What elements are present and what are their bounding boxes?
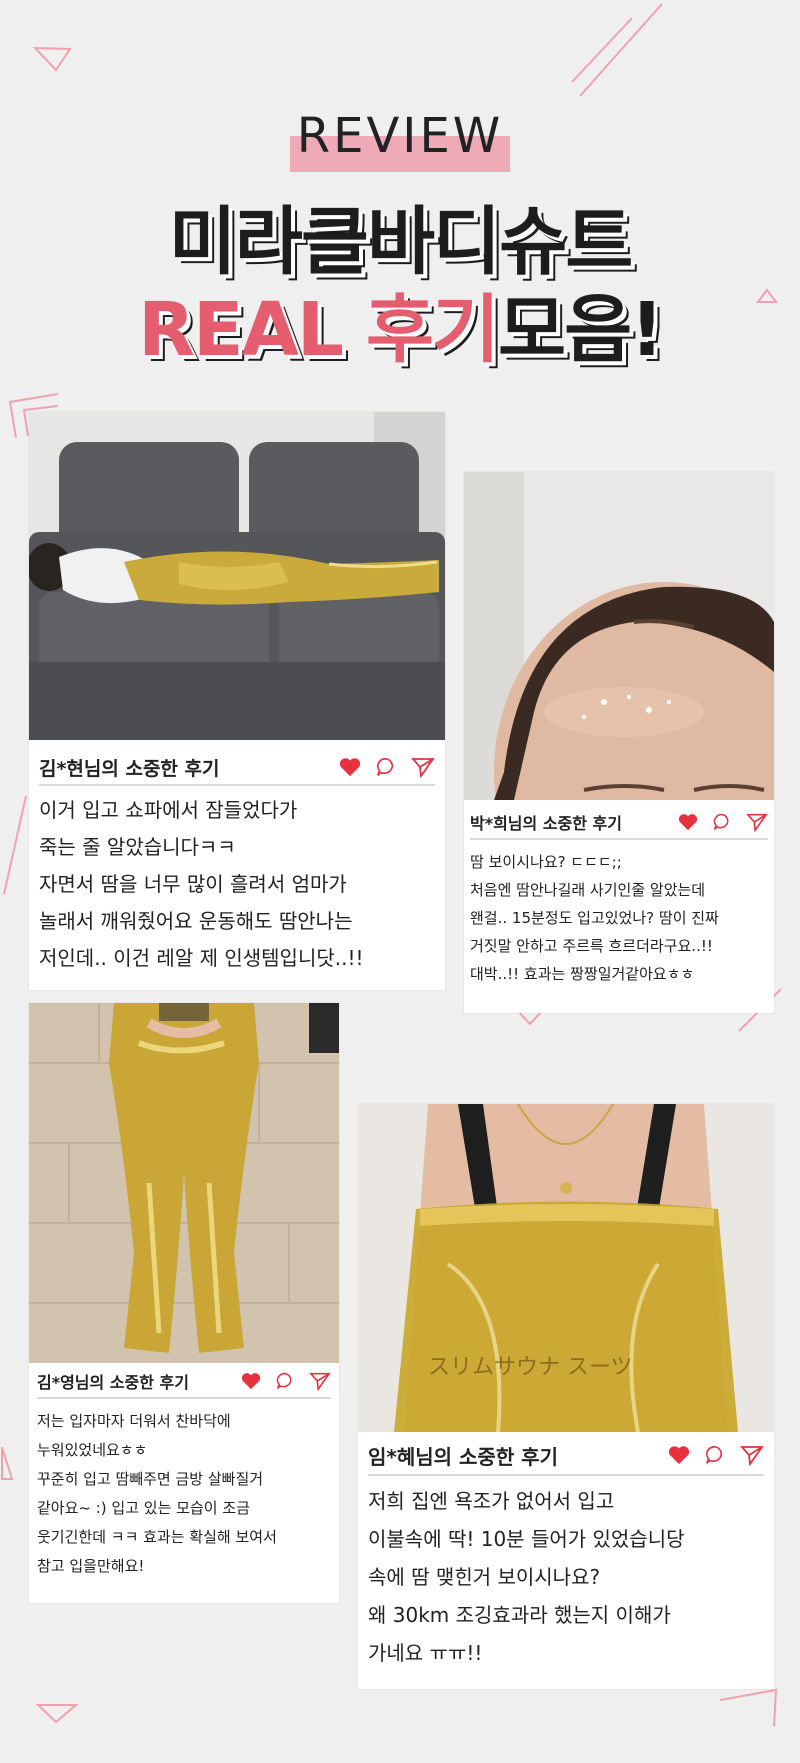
svg-text:スリムサウナ スーツ: スリムサウナ スーツ — [428, 1355, 633, 1380]
review-photo-sofa — [29, 412, 445, 740]
decor-triangle-bottomleft — [36, 1704, 78, 1724]
heart-icon[interactable] — [339, 757, 361, 777]
decor-triangle-edge-left — [1, 1446, 14, 1480]
review-card-1: 김*현님의 소중한 후기 이거 입고 쇼파에서 잠들었다가 죽는 줄 알았습니다… — [29, 412, 445, 990]
review-title: 김*영님의 소중한 후기 — [37, 1373, 189, 1392]
heart-icon[interactable] — [668, 1445, 690, 1465]
review-body: 저희 집엔 욕조가 없어서 입고 이불속에 딱! 10분 들어가 있었습니당 속… — [368, 1476, 764, 1672]
review-card-4: スリムサウナ スーツ 임*혜님의 소중한 후기 저희 집엔 욕조가 없어서 입고… — [358, 1104, 774, 1689]
subtitle-collection: 모음! — [497, 287, 664, 373]
header: REVIEW 미라클바디슈트 REAL 후기모음! — [0, 0, 800, 380]
review-body: 저는 입자마자 더워서 찬바닥에 누워있었네요ㅎㅎ 꾸준히 입고 땀빼주면 금방… — [37, 1399, 331, 1581]
share-icon[interactable] — [411, 756, 435, 778]
comment-icon[interactable] — [712, 812, 732, 832]
review-title: 박*희님의 소중한 후기 — [470, 814, 622, 833]
review-line: 웃기긴한데 ㅋㅋ 효과는 확실해 보여서 — [37, 1528, 277, 1546]
review-title: 임*혜님의 소중한 후기 — [368, 1444, 558, 1469]
review-label: REVIEW — [296, 108, 504, 164]
review-line: 처음엔 땀안나길래 사기인줄 알았는데 — [470, 881, 706, 899]
review-line: 왜 30km 조깅효과라 했는지 이해가 — [368, 1603, 671, 1627]
review-line: 이거 입고 쇼파에서 잠들었다가 — [39, 798, 298, 822]
review-line: 왠걸.. 15분정도 입고있었나? 땀이 진짜 — [470, 909, 719, 927]
review-line: 자면서 땀을 너무 많이 흘려서 엄마가 — [39, 872, 347, 896]
review-line: 가네요 ㅠㅠ!! — [368, 1641, 483, 1665]
review-line: 속에 땀 맺힌거 보이시나요? — [368, 1565, 601, 1589]
review-line: 저희 집엔 욕조가 없어서 입고 — [368, 1489, 615, 1513]
share-icon[interactable] — [740, 1444, 764, 1466]
review-line: 참고 입을만해요! — [37, 1557, 145, 1575]
review-photo-torso: スリムサウナ スーツ — [358, 1104, 774, 1432]
review-photo-floor — [29, 1003, 339, 1363]
review-body: 땀 보이시나요? ㄷㄷㄷ;; 처음엔 땀안나길래 사기인줄 알았는데 왠걸.. … — [470, 840, 768, 988]
review-line: 거짓말 안하고 주르륵 흐르더라구요..!! — [470, 937, 713, 955]
decor-line-left — [3, 795, 27, 895]
review-body: 이거 입고 쇼파에서 잠들었다가 죽는 줄 알았습니다ㅋㅋ 자면서 땀을 너무 … — [39, 786, 435, 977]
review-line: 저는 입자마자 더워서 찬바닥에 — [37, 1412, 231, 1430]
review-line: 꾸준히 입고 땀빼주면 금방 살빠질거 — [37, 1470, 264, 1488]
heart-icon[interactable] — [241, 1372, 261, 1390]
review-card-3: 김*영님의 소중한 후기 저는 입자마자 더워서 찬바닥에 누워있었네요ㅎㅎ 꾸… — [29, 1003, 339, 1603]
review-line: 놀래서 깨워줬어요 운동해도 땀안나는 — [39, 909, 353, 933]
share-icon[interactable] — [746, 812, 768, 832]
subtitle-review: 후기 — [365, 287, 500, 373]
review-photo-forehead — [464, 472, 774, 800]
page-subtitle: REAL 후기모음! — [0, 270, 800, 377]
review-line: 죽는 줄 알았습니다ㅋㅋ — [39, 835, 236, 859]
review-line: 누워있었네요ㅎㅎ — [37, 1441, 148, 1459]
review-line: 대박..!! 효과는 짱짱일거같아요ㅎㅎ — [470, 965, 695, 983]
subtitle-real: REAL — [138, 287, 344, 373]
review-line: 땀 보이시나요? ㄷㄷㄷ;; — [470, 853, 622, 871]
review-caption-2: 박*희님의 소중한 후기 땀 보이시나요? ㄷㄷㄷ;; 처음엔 땀안나길래 사기… — [464, 806, 774, 988]
review-caption-4: 임*혜님의 소중한 후기 저희 집엔 욕조가 없어서 입고 이불속에 딱! 10… — [358, 1436, 774, 1672]
review-line: 저인데.. 이건 레알 제 인생템입니닷..!! — [39, 946, 364, 970]
share-icon[interactable] — [309, 1371, 331, 1391]
review-caption-3: 김*영님의 소중한 후기 저는 입자마자 더워서 찬바닥에 누워있었네요ㅎㅎ 꾸… — [29, 1365, 339, 1581]
comment-icon[interactable] — [275, 1371, 295, 1391]
review-title: 김*현님의 소중한 후기 — [39, 757, 220, 780]
review-line: 이불속에 딱! 10분 들어가 있었습니당 — [368, 1527, 685, 1551]
comment-icon[interactable] — [704, 1444, 726, 1466]
review-caption-1: 김*현님의 소중한 후기 이거 입고 쇼파에서 잠들었다가 죽는 줄 알았습니다… — [29, 750, 445, 977]
review-line: 같아요~ :) 입고 있는 모습이 조금 — [37, 1499, 250, 1517]
heart-icon[interactable] — [678, 813, 698, 831]
comment-icon[interactable] — [375, 756, 397, 778]
review-card-2: 박*희님의 소중한 후기 땀 보이시나요? ㄷㄷㄷ;; 처음엔 땀안나길래 사기… — [464, 472, 774, 1013]
